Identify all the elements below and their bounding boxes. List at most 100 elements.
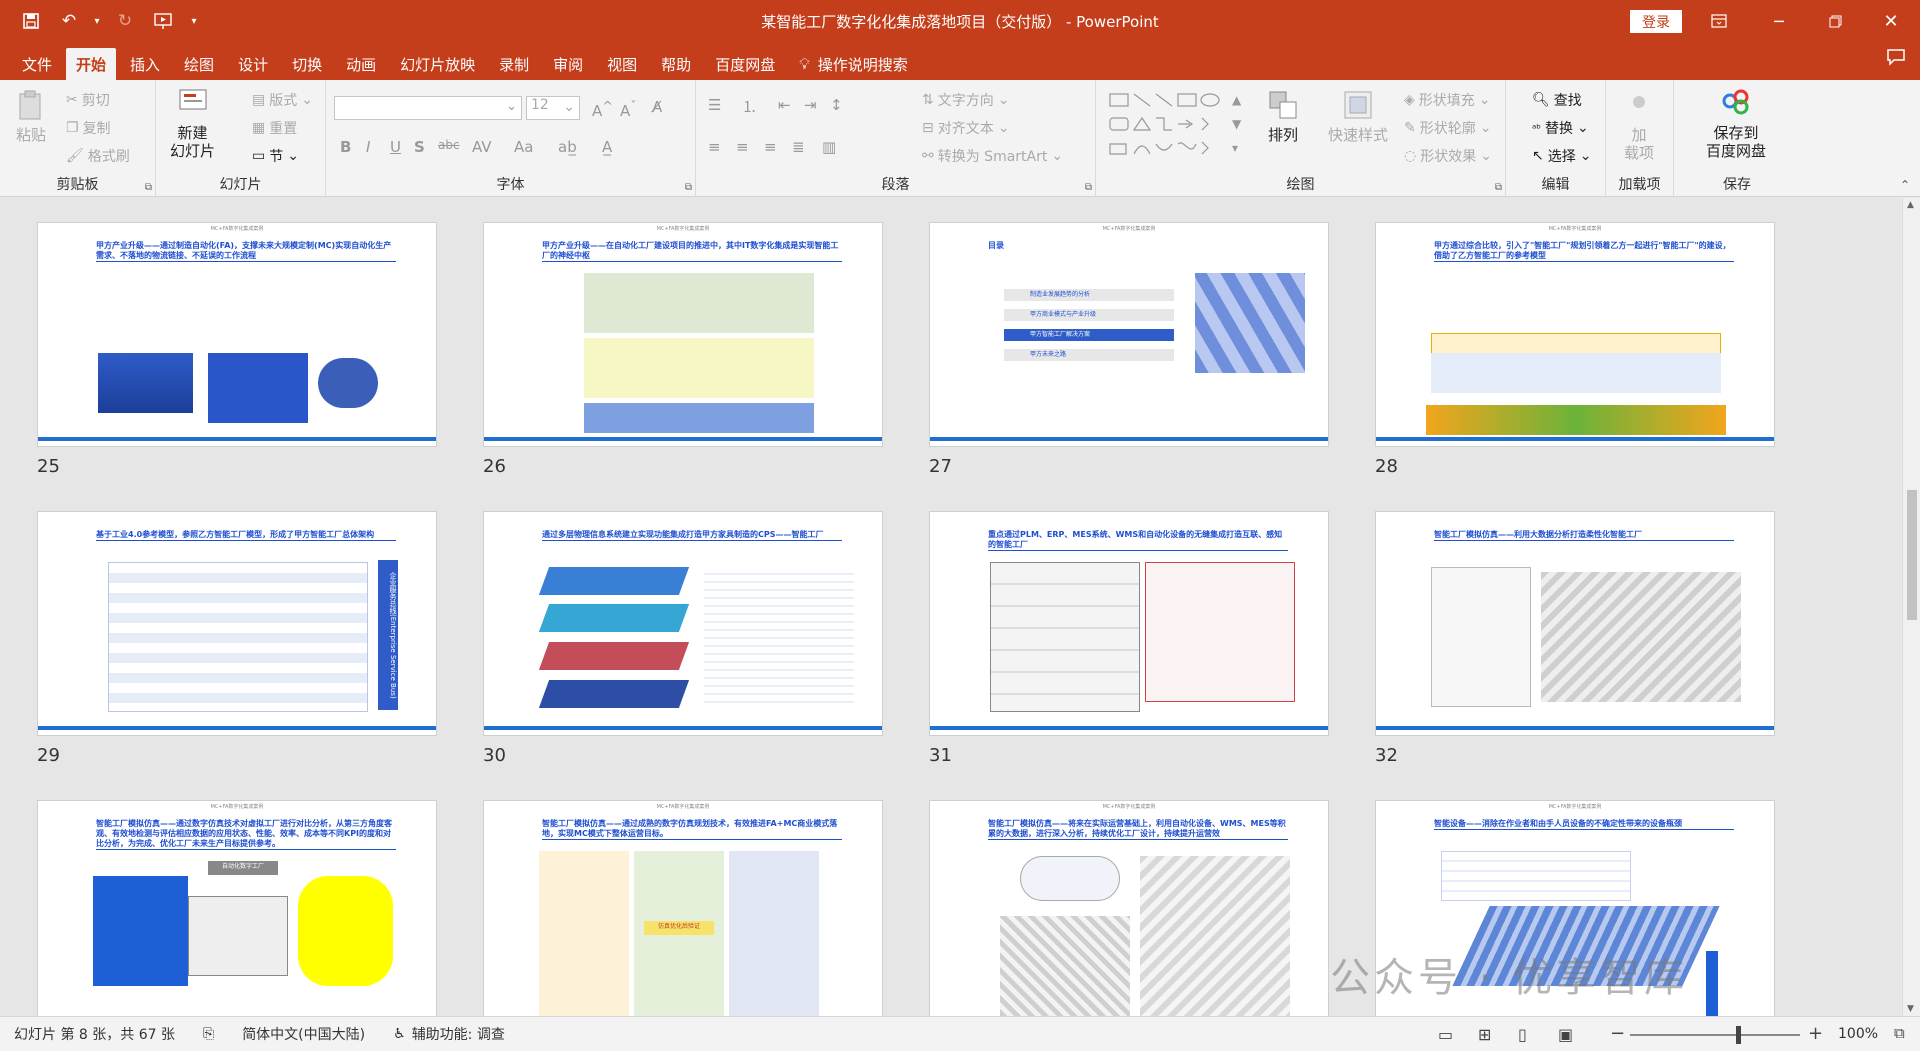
close-icon[interactable]: ✕ [1868, 0, 1914, 42]
tab-draw[interactable]: 绘图 [174, 48, 224, 80]
zoom-level[interactable]: 100% [1838, 1026, 1878, 1042]
tab-home[interactable]: 开始 [66, 48, 117, 80]
scroll-up-icon[interactable]: ▲ [1907, 200, 1914, 210]
slide-thumbnail[interactable]: MC+FA数字化集成案例 智能工厂模拟仿真——通过数字仿真技术对虚拟工厂进行对比… [37, 800, 437, 1016]
addins-button[interactable]: 加 载项 [1622, 88, 1656, 162]
increase-indent-icon[interactable]: ⇥ [804, 96, 817, 114]
slide-thumbnail[interactable]: MC+FA数字化集成案例 智能工厂模拟仿真——通过成熟的数字仿真规划技术，有效推… [483, 800, 883, 1016]
format-painter-button[interactable]: 🖌︎ 格式刷 [66, 146, 130, 166]
slide-thumbnail[interactable]: 通过多层物理信息系统建立实现功能集成打造甲方家具制造的CPS——智能工厂 [483, 511, 883, 736]
tab-record[interactable]: 录制 [489, 48, 539, 80]
align-left-icon[interactable]: ≡ [708, 138, 721, 156]
minimize-icon[interactable]: ─ [1756, 0, 1802, 42]
font-size-combo[interactable]: 12 ⌄ [526, 96, 580, 120]
view-slideshow-icon[interactable]: ▣ [1558, 1025, 1573, 1044]
undo-icon[interactable]: ↶ [52, 6, 86, 36]
paste-button[interactable]: 粘贴 [14, 88, 48, 144]
shape-fill-button[interactable]: ◈ 形状填充 ⌄ [1404, 90, 1491, 110]
align-text-button[interactable]: ⊟ 对齐文本 ⌄ [922, 118, 1009, 138]
font-launcher-icon[interactable]: ⧉ [685, 182, 692, 193]
tab-insert[interactable]: 插入 [120, 48, 170, 80]
drawing-launcher-icon[interactable]: ⧉ [1495, 182, 1502, 193]
bullets-icon[interactable]: ☰ [708, 96, 721, 114]
copy-button[interactable]: ❐ 复制 [66, 118, 111, 138]
align-right-icon[interactable]: ≡ [764, 138, 777, 156]
columns-icon[interactable]: ▥ [822, 138, 836, 156]
replace-button[interactable]: ᵃᵇ 替换 ⌄ [1532, 118, 1589, 138]
arrange-button[interactable]: 排列 [1266, 88, 1300, 144]
tab-view[interactable]: 视图 [597, 48, 647, 80]
redo-icon[interactable]: ↻ [108, 6, 142, 36]
save-icon[interactable] [14, 6, 48, 36]
decrease-indent-icon[interactable]: ⇤ [778, 96, 791, 114]
font-name-combo[interactable]: ⌄ [334, 96, 522, 120]
slide-thumbnail[interactable]: MC+FA数字化集成案例 甲方产业升级——通过制造自动化(FA)，支撑未来大规模… [37, 222, 437, 447]
justify-icon[interactable]: ≣ [792, 138, 805, 156]
zoom-in-icon[interactable]: + [1808, 1023, 1823, 1044]
login-button[interactable]: 登录 [1630, 10, 1682, 33]
italic-icon[interactable]: I [366, 138, 370, 156]
zoom-out-icon[interactable]: − [1610, 1023, 1625, 1044]
view-normal-icon[interactable]: ▭ [1438, 1025, 1453, 1044]
line-spacing-icon[interactable]: ↕ [830, 96, 843, 114]
shadow-icon[interactable]: S [414, 138, 425, 156]
tab-design[interactable]: 设计 [228, 48, 278, 80]
spell-check-status[interactable]: ⎘ [189, 1026, 228, 1042]
decrease-font-icon[interactable]: Aˇ [620, 98, 637, 120]
highlight-icon[interactable]: ab̲ [558, 138, 577, 156]
tab-baidu-netdisk[interactable]: 百度网盘 [705, 48, 785, 80]
ribbon-display-options-icon[interactable] [1696, 0, 1742, 42]
slide-thumbnail[interactable]: MC+FA数字化集成案例 目录 制造业发展趋势的分析 甲方商业模式与产业升级 甲… [929, 222, 1329, 447]
layout-button[interactable]: ▤ 版式 ⌄ [252, 90, 313, 110]
zoom-slider[interactable] [1630, 1034, 1800, 1036]
convert-smartart-button[interactable]: ⚯ 转换为 SmartArt ⌄ [922, 146, 1063, 166]
new-slide-button[interactable]: 新建 幻灯片 [170, 86, 215, 160]
align-center-icon[interactable]: ≡ [736, 138, 749, 156]
tab-help[interactable]: 帮助 [651, 48, 701, 80]
bold-icon[interactable]: B [340, 138, 351, 156]
cut-button[interactable]: ✂ 剪切 [66, 90, 110, 110]
increase-font-icon[interactable]: A^ [592, 98, 613, 120]
tab-animations[interactable]: 动画 [336, 48, 386, 80]
tab-transitions[interactable]: 切换 [282, 48, 332, 80]
scroll-down-icon[interactable]: ▼ [1907, 1004, 1914, 1014]
slide-thumbnail[interactable]: 重点通过PLM、ERP、MES系统、WMS和自动化设备的无缝集成打造互联、感知的… [929, 511, 1329, 736]
accessibility-status[interactable]: ♿︎ 辅助功能: 调查 [379, 1024, 519, 1044]
present-from-start-icon[interactable] [146, 6, 180, 36]
undo-dropdown-icon[interactable]: ▾ [90, 6, 104, 36]
slide-thumbnail[interactable]: 基于工业4.0参考模型，参照乙方智能工厂模型，形成了甲方智能工厂总体架构 企业服… [37, 511, 437, 736]
clear-formatting-icon[interactable]: A̸ [652, 98, 662, 116]
comments-icon[interactable] [1886, 48, 1906, 71]
fit-to-window-icon[interactable]: ⧉ [1894, 1024, 1905, 1042]
scrollbar-thumb[interactable] [1907, 490, 1917, 620]
slide-thumbnail[interactable]: 智能工厂模拟仿真——利用大数据分析打造柔性化智能工厂 [1375, 511, 1775, 736]
tab-slideshow[interactable]: 幻灯片放映 [390, 48, 485, 80]
slide-thumbnail[interactable]: MC+FA数字化集成案例 甲方通过综合比较，引入了"智能工厂"规划引领着乙方一起… [1375, 222, 1775, 447]
vertical-scrollbar[interactable]: ▲ ▼ [1902, 198, 1920, 1016]
find-button[interactable]: 🔍︎ 查找 [1532, 90, 1582, 110]
section-button[interactable]: ▭ 节 ⌄ [252, 146, 299, 166]
language-status[interactable]: 简体中文(中国大陆) [228, 1024, 379, 1044]
tab-file[interactable]: 文件 [12, 48, 62, 80]
shapes-gallery[interactable]: ▲ ▼ ▾ [1106, 88, 1256, 168]
text-direction-button[interactable]: ⇅ 文字方向 ⌄ [922, 90, 1009, 110]
underline-icon[interactable]: U [390, 138, 401, 156]
customize-qat-icon[interactable]: ▾ [184, 6, 204, 36]
slide-thumbnail[interactable]: MC+FA数字化集成案例 甲方产业升级——在自动化工厂建设项目的推进中，其中IT… [483, 222, 883, 447]
shape-outline-button[interactable]: ✎ 形状轮廓 ⌄ [1404, 118, 1491, 138]
tab-review[interactable]: 审阅 [543, 48, 593, 80]
font-color-icon[interactable]: A̲ [602, 138, 612, 156]
tell-me-search[interactable]: 💡︎ 操作说明搜索 [789, 48, 918, 80]
strikethrough-icon[interactable]: abc [438, 138, 460, 152]
view-sorter-icon[interactable]: ⊞ [1478, 1025, 1491, 1044]
character-spacing-icon[interactable]: AV [472, 138, 492, 156]
view-reading-icon[interactable]: ▯ [1518, 1025, 1527, 1044]
change-case-icon[interactable]: Aa [514, 138, 533, 156]
numbering-icon[interactable]: ⒈ [742, 96, 757, 117]
shape-effects-button[interactable]: ◌ 形状效果 ⌄ [1404, 146, 1492, 166]
select-button[interactable]: ↖ 选择 ⌄ [1532, 146, 1591, 166]
quick-styles-button[interactable]: 快速样式 [1328, 88, 1388, 144]
restore-icon[interactable] [1812, 0, 1858, 42]
zoom-slider-thumb[interactable] [1736, 1026, 1741, 1044]
clipboard-launcher-icon[interactable]: ⧉ [145, 182, 152, 193]
